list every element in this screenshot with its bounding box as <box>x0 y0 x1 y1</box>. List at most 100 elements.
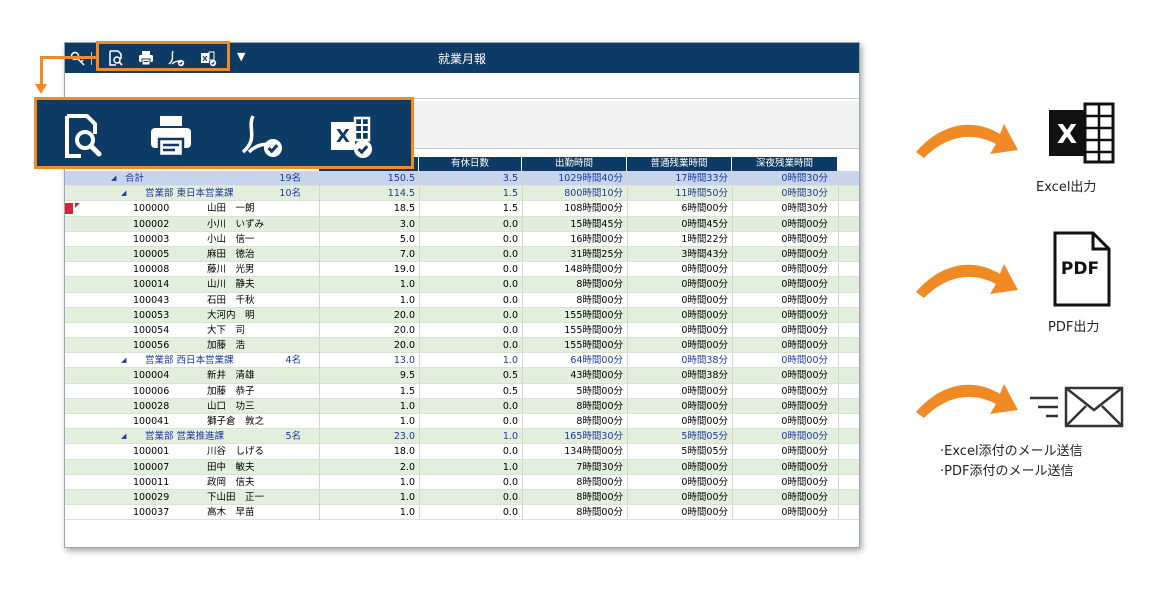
employee-name: 政岡 信夫 <box>207 476 255 488</box>
column-divider <box>732 201 733 216</box>
column-divider <box>522 307 523 322</box>
column-divider <box>732 353 733 368</box>
employee-name: 下山田 正一 <box>207 491 265 503</box>
employee-paid-leave: 1.5 <box>502 203 518 215</box>
group-row[interactable]: ◢ 営業部 東日本営業課 10名 114.5 1.5 800時間10分 11時間50分 0時間… <box>65 186 859 202</box>
pdf-icon[interactable] <box>237 112 285 160</box>
employee-name: 山口 功三 <box>207 400 255 412</box>
employee-days: 20.0 <box>319 338 419 354</box>
employee-code: 100001 <box>133 446 170 458</box>
employee-overtime: 1時間22分 <box>681 233 728 245</box>
table-row[interactable]: 100008 藤川 光男 19.0 0.0 148時間00分 0時間00分 0時間00分 <box>65 262 859 278</box>
collapse-toggle-icon[interactable]: ◢ <box>121 429 126 444</box>
group-row[interactable]: ◢ 営業部 西日本営業課 4名 13.0 1.0 64時間00分 0時間38分 0時間00分 <box>65 353 859 369</box>
column-divider <box>522 398 523 413</box>
column-divider <box>838 171 839 186</box>
column-divider <box>732 444 733 459</box>
group-overtime: 5時間05分 <box>681 431 728 443</box>
table-row[interactable]: 100003 小山 信一 5.0 0.0 16時間00分 1時間22分 0時間00分 <box>65 231 859 247</box>
excel-icon[interactable]: X <box>327 112 375 160</box>
table-row[interactable]: 100043 石田 千秋 1.0 0.0 8時間00分 0時間00分 0時間00分 <box>65 292 859 308</box>
employee-name: 新井 清雄 <box>207 370 255 382</box>
table-row[interactable]: 100002 小川 いずみ 3.0 0.0 15時間45分 0時間45分 0時間00分 <box>65 216 859 232</box>
column-divider <box>522 429 523 444</box>
column-divider <box>522 277 523 292</box>
employee-night-overtime: 0時間00分 <box>781 248 828 260</box>
column-divider <box>838 459 839 474</box>
collapse-toggle-icon[interactable]: ◢ <box>121 186 126 201</box>
total-overtime: 17時間33分 <box>675 173 728 184</box>
employee-code: 100028 <box>133 400 170 412</box>
pdf-output-label: PDF出力 <box>1048 320 1100 335</box>
error-flag-icon <box>75 203 80 209</box>
column-divider <box>319 307 320 322</box>
table-row[interactable]: 100054 大下 司 20.0 0.0 155時間00分 0時間00分 0時間00分 <box>65 322 859 339</box>
table-row[interactable]: 100007 田中 敏夫 2.0 1.0 7時間30分 0時間00分 0時間00分 <box>65 459 859 475</box>
column-divider <box>419 322 420 338</box>
header-overtime[interactable]: 普通残業時間 <box>627 157 732 171</box>
group-row[interactable]: ◢ 営業部 営業推進課 5名 23.0 1.0 165時間30分 5時間05分 0時間00分 <box>65 429 859 445</box>
employee-name: 川谷 しげる <box>207 446 265 458</box>
column-divider <box>838 505 839 520</box>
table-row[interactable]: 100053 大河内 明 20.0 0.0 155時間00分 0時間00分 0時間00分 <box>65 307 859 323</box>
table-row[interactable]: 100029 下山田 正一 1.0 0.0 8時間00分 0時間00分 0時間00分 <box>65 489 859 506</box>
column-divider <box>319 414 320 429</box>
column-divider <box>732 489 733 505</box>
table-row[interactable]: 100011 政岡 信夫 1.0 0.0 8時間00分 0時間00分 0時間00分 <box>65 474 859 490</box>
employee-paid-leave: 0.5 <box>502 385 518 397</box>
employee-work-time: 8時間00分 <box>576 507 623 519</box>
column-divider <box>522 322 523 338</box>
table-row[interactable]: 100000 山田 一朗 18.5 1.5 108時間00分 6時間00分 0時間30分 <box>65 201 859 217</box>
employee-days: 1.0 <box>319 505 419 521</box>
employee-night-overtime: 0時間00分 <box>781 400 828 412</box>
table-row[interactable]: 100037 高木 早苗 1.0 0.0 8時間00分 0時間00分 0時間00分 <box>65 505 859 521</box>
group-work-time: 165時間30分 <box>564 431 623 443</box>
employee-night-overtime: 0時間00分 <box>781 370 828 382</box>
total-paid-leave: 3.5 <box>502 173 518 184</box>
table-row[interactable]: 100041 獅子倉 敦之 1.0 0.0 8時間00分 0時間00分 0時間00分 <box>65 414 859 430</box>
column-divider <box>419 338 420 353</box>
print-icon[interactable] <box>147 112 195 160</box>
employee-code: 100053 <box>133 309 170 321</box>
grid-body: ◢ 合計 19名 150.5 3.5 1029時間40分 17時間33分 0時間30分 ◢ 営業部… <box>65 171 859 521</box>
group-paid-leave: 1.0 <box>502 355 518 367</box>
column-divider <box>627 322 628 338</box>
collapse-toggle-icon[interactable]: ◢ <box>111 171 116 186</box>
table-row[interactable]: 100014 山川 静夫 1.0 0.0 8時間00分 0時間00分 0時間00分 <box>65 277 859 293</box>
employee-code: 100008 <box>133 264 170 276</box>
employee-name: 加藤 浩 <box>207 340 246 352</box>
employee-overtime: 0時間38分 <box>681 370 728 382</box>
column-divider <box>627 338 628 353</box>
group-overtime: 11時間50分 <box>675 188 728 200</box>
table-row[interactable]: 100056 加藤 浩 20.0 0.0 155時間00分 0時間00分 0時間00分 <box>65 338 859 354</box>
preview-icon[interactable] <box>59 112 107 160</box>
collapse-toggle-icon[interactable]: ◢ <box>121 353 126 368</box>
header-night-overtime[interactable]: 深夜残業時間 <box>732 157 838 171</box>
employee-name: 田中 敏夫 <box>207 461 255 473</box>
group-work-time: 64時間00分 <box>570 355 623 367</box>
column-divider <box>732 474 733 489</box>
column-divider <box>838 231 839 246</box>
employee-overtime: 0時間00分 <box>681 324 728 336</box>
table-row[interactable]: 100004 新井 清雄 9.5 0.5 43時間00分 0時間38分 0時間00分 <box>65 368 859 384</box>
error-marker <box>65 203 73 215</box>
column-divider <box>627 459 628 474</box>
header-work-time[interactable]: 出勤時間 <box>522 157 627 171</box>
column-divider <box>838 368 839 383</box>
svg-text:X: X <box>336 126 350 147</box>
employee-code: 100056 <box>133 340 170 352</box>
table-row[interactable]: 100001 川谷 しげる 18.0 0.0 134時間00分 5時間05分 0時間00分 <box>65 444 859 460</box>
employee-overtime: 0時間00分 <box>681 309 728 321</box>
group-paid-leave: 1.5 <box>502 188 518 200</box>
table-row[interactable]: 100006 加藤 恭子 1.5 0.5 5時間00分 0時間00分 0時間00分 <box>65 383 859 399</box>
employee-overtime: 6時間00分 <box>681 203 728 215</box>
employee-night-overtime: 0時間00分 <box>781 309 828 321</box>
column-divider <box>522 338 523 353</box>
table-row[interactable]: 100005 麻田 徳治 7.0 0.0 31時間25分 3時間43分 0時間00分 <box>65 246 859 263</box>
header-paid-leave[interactable]: 有休日数 <box>419 157 522 171</box>
column-divider <box>419 171 420 186</box>
group-overtime: 0時間38分 <box>681 355 728 367</box>
total-row[interactable]: ◢ 合計 19名 150.5 3.5 1029時間40分 17時間33分 0時間30分 <box>65 171 859 187</box>
column-divider <box>522 231 523 246</box>
table-row[interactable]: 100028 山口 功三 1.0 0.0 8時間00分 0時間00分 0時間00分 <box>65 398 859 414</box>
